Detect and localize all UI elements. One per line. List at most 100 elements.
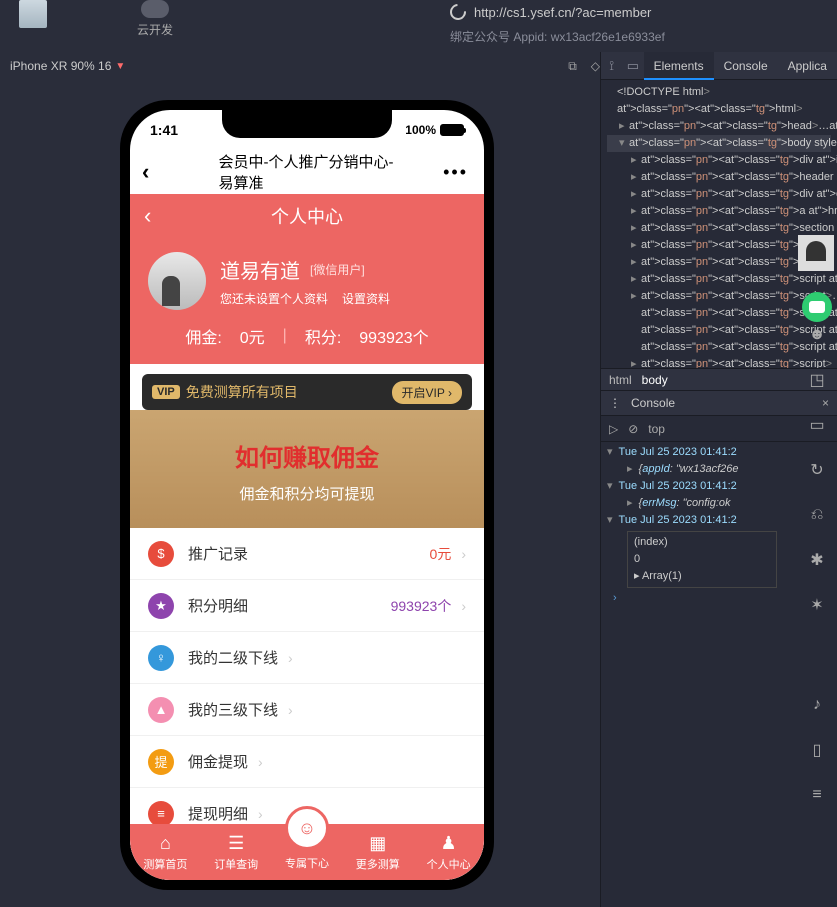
tab-item[interactable]: ♟个人中心 (413, 824, 484, 880)
copy-icon[interactable]: ⧉ (568, 59, 577, 74)
list-icon: $ (148, 541, 174, 567)
promo-banner[interactable]: 如何赚取佣金 佣金和积分均可提现 (130, 410, 484, 528)
battery-icon (440, 124, 464, 136)
chevron-right-icon: › (288, 702, 293, 718)
phone-screen: 1:41 100% ‹ 会员中-个人推广分销中心-易算准 ••• ‹ 个人中心 … (130, 110, 484, 880)
page-title: 个人中心 (271, 203, 343, 229)
tab-bar: ⌂ 测算首页 ☰订单查询☺专属下心▦更多测算♟个人中心 (130, 824, 484, 880)
mobile-icon[interactable]: ▯ (802, 735, 832, 765)
url-bar: http://cs1.ysef.cn/?ac=member (450, 4, 651, 20)
points-label: 积分: (305, 324, 341, 348)
filter-icon[interactable]: ⊘ (628, 422, 638, 436)
crumb-body[interactable]: body (642, 373, 668, 387)
tab-application[interactable]: Applica (778, 52, 837, 80)
cloud-dev-button[interactable]: 云开发 (137, 0, 173, 38)
atom-icon[interactable]: ✱ (802, 545, 832, 575)
back-icon[interactable]: ‹ (142, 159, 149, 185)
menu-icon[interactable]: ≡ (802, 780, 832, 810)
tab-label: 订单查询 (214, 856, 258, 872)
tab-item[interactable]: ☰订单查询 (201, 824, 272, 880)
tab-icon: ♟ (441, 833, 457, 854)
reload-icon[interactable] (447, 1, 470, 24)
list-label: 我的二级下线 (188, 647, 278, 668)
list-label: 提现明细 (188, 803, 248, 824)
dom-row[interactable]: <!DOCTYPE html> (607, 84, 831, 101)
dom-row[interactable]: ▸at">class="pn"><at">class="tg">header a… (607, 169, 831, 186)
profile-card: 道易有道[微信用户] 您还未设置个人资料设置资料 佣金: 0元 | 积分: 99… (130, 238, 484, 364)
avatar[interactable] (148, 252, 206, 310)
branch-icon[interactable]: ⎌ (802, 500, 832, 530)
crumb-html[interactable]: html (609, 373, 632, 387)
list-label: 佣金提现 (188, 751, 248, 772)
page-back-icon[interactable]: ‹ (144, 203, 151, 229)
dom-row[interactable]: ▸at">class="pn"><at">class="tg">div at">… (607, 186, 831, 203)
chat-bubble-icon[interactable] (802, 292, 832, 322)
promo-title: 如何赚取佣金 (130, 438, 484, 473)
simulator-status-bar: iPhone XR 90% 16 ▼ ⧉ ◇ (0, 52, 600, 80)
project-thumbnail[interactable] (19, 0, 47, 28)
tab-elements[interactable]: Elements (644, 52, 714, 80)
clear-console-icon[interactable]: ▷ (609, 422, 618, 436)
profile-avatar-tool[interactable] (798, 235, 834, 271)
dom-row[interactable]: ▸at">class="pn"><at">class="tg">head>…at… (607, 118, 831, 135)
device-icon[interactable]: ▭ (622, 58, 643, 74)
username: 道易有道 (220, 255, 300, 284)
battery: 100% (405, 123, 464, 137)
device-selector[interactable]: iPhone XR 90% 16 (10, 59, 111, 73)
dom-row[interactable]: ▸at">class="pn"><at">class="tg">div at">… (607, 152, 831, 169)
list-item[interactable]: ★积分明细993923个› (130, 580, 484, 632)
chevron-right-icon: › (258, 754, 263, 770)
chevron-right-icon: › (258, 806, 263, 822)
inspect-icon[interactable]: ⟟ (601, 58, 622, 74)
tab-console[interactable]: Console (714, 52, 778, 80)
page-header: ‹ 个人中心 (130, 194, 484, 238)
tab-label: 更多测算 (356, 856, 400, 872)
tab-item[interactable]: ☺专属下心 (272, 824, 343, 880)
dom-row[interactable]: ▾at">class="pn"><at">class="tg">body sty… (607, 135, 831, 152)
center-tab-icon[interactable]: ☺ (285, 806, 329, 850)
weixin-title: 会员中-个人推广分销中心-易算准 (219, 151, 396, 193)
rotate-icon[interactable]: ◇ (591, 59, 600, 74)
more-icon[interactable]: ••• (443, 162, 468, 183)
profile-hint: 您还未设置个人资料 (220, 290, 328, 307)
folder-icon[interactable]: ▭ (802, 410, 832, 440)
list-icon: ★ (148, 593, 174, 619)
vip-banner[interactable]: VIP 免费测算所有项目 开启VIP › (142, 374, 472, 410)
edit-profile-link[interactable]: 设置资料 (342, 290, 390, 307)
compass-icon[interactable]: ✶ (802, 590, 832, 620)
user-tag: [微信用户] (310, 261, 365, 278)
weixin-header: ‹ 会员中-个人推广分销中心-易算准 ••• (130, 150, 484, 194)
tab-label: 测算首页 (143, 856, 187, 872)
list-item[interactable]: ♀ 我的二级下线 › (130, 632, 484, 684)
dom-row[interactable]: ▸at">class="pn"><at">class="tg">a at">hr… (607, 203, 831, 220)
music-icon[interactable]: ♪ (802, 690, 832, 720)
drawer-menu-icon[interactable]: ⋮ (609, 396, 621, 410)
list-label: 我的三级下线 (188, 699, 278, 720)
context-selector[interactable]: top (648, 422, 665, 436)
list-item[interactable]: ▲ 我的三级下线 › (130, 684, 484, 736)
dom-row[interactable]: at">class="pn"><at">class="tg">html> (607, 101, 831, 118)
tab-item[interactable]: ⌂ 测算首页 (130, 824, 201, 880)
list-icon: ♀ (148, 645, 174, 671)
vip-button[interactable]: 开启VIP › (392, 381, 462, 404)
dropdown-icon[interactable]: ▼ (115, 61, 125, 72)
cube-icon[interactable]: ◳ (802, 365, 832, 395)
url-text[interactable]: http://cs1.ysef.cn/?ac=member (474, 5, 651, 20)
chevron-right-icon: › (288, 650, 293, 666)
console-table[interactable]: (index)0▸ Array(1) (627, 531, 777, 588)
tab-icon: ⌂ (160, 833, 171, 854)
vip-text: 免费测算所有项目 (186, 382, 298, 402)
phone-frame: 1:41 100% ‹ 会员中-个人推广分销中心-易算准 ••• ‹ 个人中心 … (120, 100, 494, 890)
list-icon: ▲ (148, 697, 174, 723)
chevron-right-icon: › (461, 546, 466, 562)
tab-label: 专属下心 (285, 855, 329, 871)
clock: 1:41 (150, 122, 178, 138)
list-item[interactable]: $推广记录0元› (130, 528, 484, 580)
list-item[interactable]: 提佣金提现› (130, 736, 484, 788)
refresh-icon[interactable]: ↻ (802, 455, 832, 485)
tab-item[interactable]: ▦更多测算 (342, 824, 413, 880)
chevron-right-icon: › (461, 598, 466, 614)
user-icon[interactable]: ☻ (802, 320, 832, 350)
list-value: 0元 (430, 544, 452, 564)
cloud-dev-label: 云开发 (137, 21, 173, 38)
